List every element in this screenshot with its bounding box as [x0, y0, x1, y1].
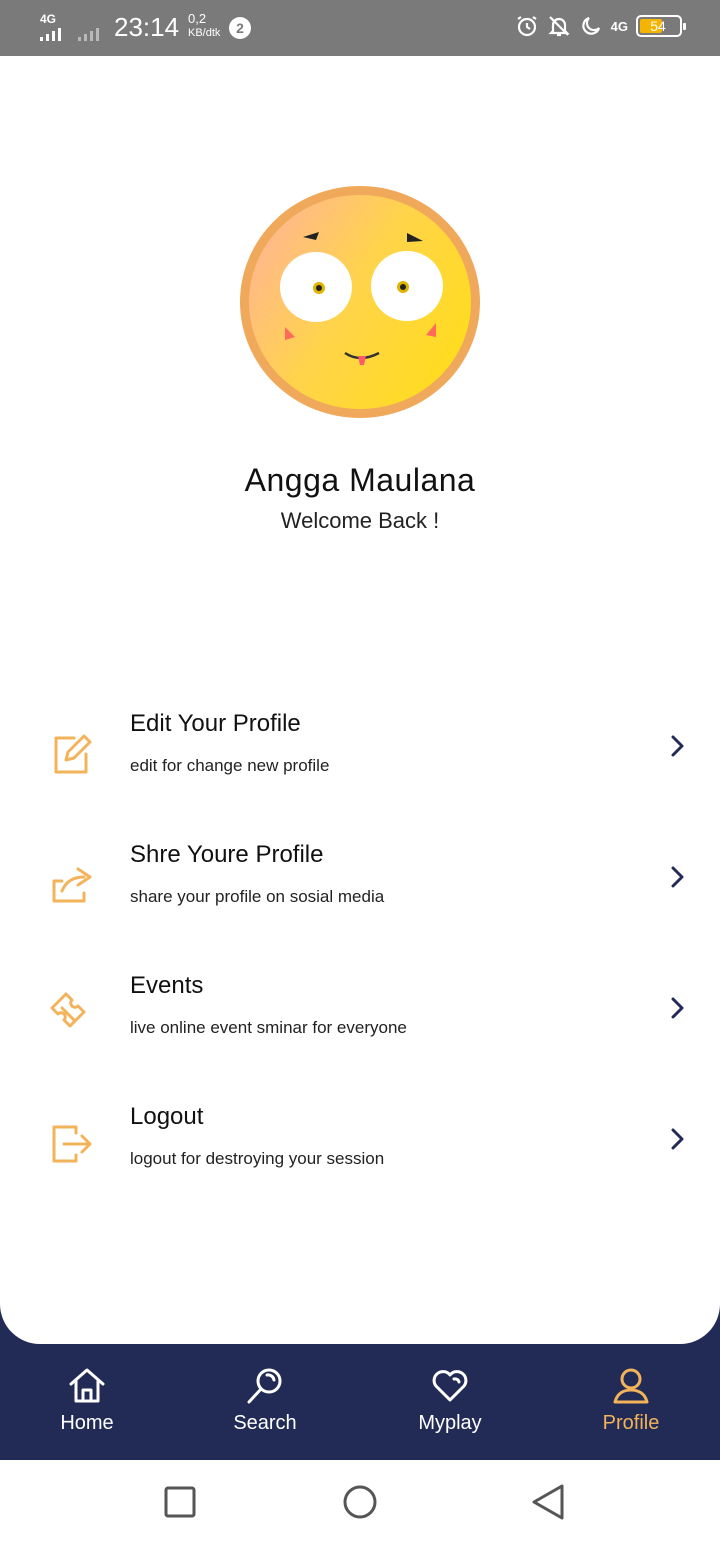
menu-item-share-profile[interactable]: Shre Youre Profile share your profile on… [0, 841, 720, 941]
chevron-right-icon [671, 866, 684, 888]
bell-muted-icon [548, 16, 570, 37]
nav-myplay[interactable]: Myplay [375, 1366, 525, 1435]
network-speed-value: 0,2 [188, 11, 207, 26]
nav-label: Myplay [418, 1412, 482, 1434]
menu-subtitle: share your profile on sosial media [130, 887, 385, 906]
search-icon [247, 1368, 282, 1404]
logout-icon [52, 1125, 92, 1163]
system-navigation-bar [0, 1460, 720, 1544]
battery-icon: 54 [636, 15, 686, 37]
menu-subtitle: logout for destroying your session [130, 1149, 385, 1168]
network-speed: 0,2 KB/dtk [188, 11, 220, 41]
share-icon [52, 867, 92, 903]
network-speed-unit: KB/dtk [188, 27, 221, 39]
status-time: 23:14 [114, 12, 180, 42]
back-button[interactable] [530, 1482, 566, 1522]
nav-label: Home [60, 1412, 114, 1434]
menu-item-logout[interactable]: Logout logout for destroying your sessio… [0, 1103, 720, 1203]
heart-icon [432, 1370, 468, 1402]
status-bar: 4G 23:14 0,2 KB/dtk 2 4G 54 [0, 0, 720, 56]
welcome-text: Welcome Back ! [280, 508, 440, 533]
menu-title: Logout [130, 1103, 204, 1130]
menu-subtitle: edit for change new profile [130, 756, 330, 775]
user-icon [613, 1368, 649, 1404]
menu-item-events[interactable]: Events live online event sminar for ever… [0, 972, 720, 1072]
status-icons: 4G 54 [515, 14, 686, 38]
menu-title: Edit Your Profile [130, 710, 301, 737]
edit-icon [54, 734, 92, 774]
nav-label: Profile [602, 1412, 660, 1434]
network-type-right: 4G [610, 18, 628, 34]
nav-search[interactable]: Search [190, 1366, 340, 1435]
signal-strength-secondary-icon [78, 28, 99, 41]
menu-title: Events [130, 972, 204, 999]
chevron-right-icon [671, 1128, 684, 1150]
avatar [240, 186, 480, 418]
signal-strength-icon [40, 28, 61, 41]
do-not-disturb-moon-icon [581, 16, 600, 35]
menu-title: Shre Youre Profile [130, 841, 324, 868]
battery-level: 54 [650, 18, 666, 34]
menu-item-edit-profile[interactable]: Edit Your Profile edit for change new pr… [0, 710, 720, 810]
alarm-icon [517, 16, 537, 37]
chevron-right-icon [671, 997, 684, 1019]
menu-subtitle: live online event sminar for everyone [130, 1018, 407, 1037]
home-icon [69, 1368, 105, 1403]
chevron-right-icon [671, 735, 684, 757]
home-button[interactable] [342, 1484, 378, 1520]
nav-home[interactable]: Home [12, 1366, 162, 1435]
bottom-navigation: Home Search Myplay Profile [0, 1300, 720, 1460]
ticket-icon [50, 992, 86, 1028]
nav-profile[interactable]: Profile [556, 1366, 706, 1435]
recent-apps-button[interactable] [164, 1486, 196, 1518]
nav-label: Search [233, 1412, 297, 1434]
notification-count-badge: 2 [229, 17, 251, 39]
network-type: 4G [40, 12, 57, 26]
profile-name: Angga Maulana [244, 462, 476, 498]
